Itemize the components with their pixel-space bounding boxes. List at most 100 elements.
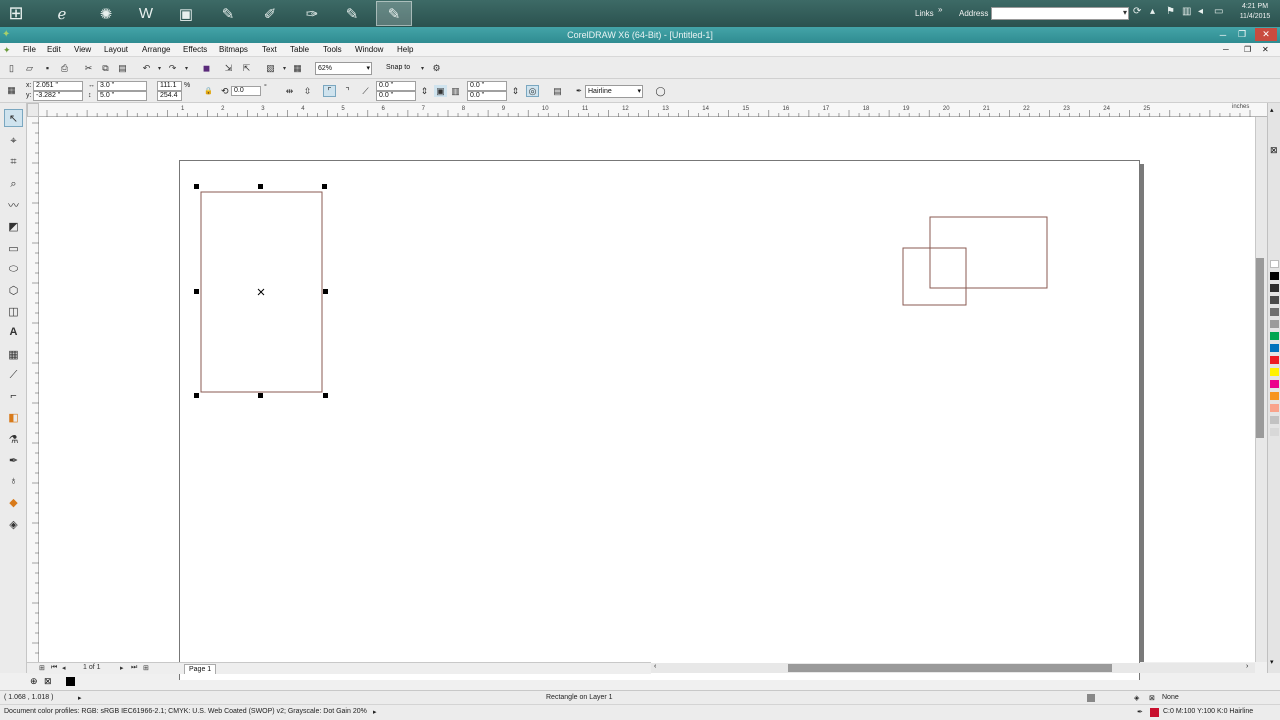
palette-swatch[interactable] xyxy=(1270,416,1279,424)
corner-radius-3-field[interactable]: 0.0 " xyxy=(467,81,507,91)
restore-button[interactable]: ❐ xyxy=(1234,28,1250,41)
palette-swatch[interactable] xyxy=(1270,380,1279,388)
undo-icon[interactable]: ↶ xyxy=(140,62,153,74)
publish-pdf-icon[interactable]: ▧ xyxy=(264,62,277,74)
next-page-icon[interactable]: ▸ xyxy=(120,664,124,672)
corel-launcher-icon[interactable]: ✺ xyxy=(88,1,124,26)
mirror-vertical-icon[interactable]: ⇳ xyxy=(301,85,314,97)
mirror-horizontal-icon[interactable]: ⇹ xyxy=(283,85,296,97)
menu-help[interactable]: Help xyxy=(397,45,413,54)
first-page-icon[interactable]: ⏮ xyxy=(51,664,57,672)
palette-swatch[interactable] xyxy=(1270,344,1279,352)
outline-pen-tool-icon[interactable]: ♁ xyxy=(4,472,23,490)
open-icon[interactable]: ▱ xyxy=(23,62,36,74)
pen-app-icon[interactable]: ✎ xyxy=(210,1,246,26)
smart-fill-tool-icon[interactable]: ◩ xyxy=(4,217,23,235)
palette-up-icon[interactable]: ▴ xyxy=(1270,106,1274,114)
freehand-tool-icon[interactable]: 〰 xyxy=(4,196,23,214)
palette-swatch[interactable] xyxy=(1270,272,1279,280)
snap-to-label[interactable]: Snap to xyxy=(386,64,410,71)
palette-swatch[interactable] xyxy=(1270,392,1279,400)
refresh-icon[interactable]: ⟳ xyxy=(1133,6,1141,17)
palette-swatch[interactable] xyxy=(1270,296,1279,304)
wrap-text-icon[interactable]: ▤ xyxy=(551,85,564,97)
palette-swatch[interactable] xyxy=(1270,428,1279,436)
menu-bitmaps[interactable]: Bitmaps xyxy=(219,45,248,54)
options-icon[interactable]: ⚙ xyxy=(430,62,443,74)
minimize-button[interactable]: ─ xyxy=(1215,28,1231,41)
ruler-origin[interactable] xyxy=(27,103,39,117)
search-content-icon[interactable]: ◼ xyxy=(200,62,213,74)
object-origin-icon[interactable]: ▦ xyxy=(5,84,18,96)
handle-middle-left[interactable] xyxy=(194,289,199,294)
draw-app-icon[interactable]: ✎ xyxy=(334,1,370,26)
save-icon[interactable]: ▪ xyxy=(41,62,54,74)
pick-tool-icon[interactable]: ↖ xyxy=(4,109,23,127)
redo-icon[interactable]: ↷ xyxy=(166,62,179,74)
rectangle-large[interactable] xyxy=(929,216,1048,289)
handle-bottom-center[interactable] xyxy=(258,393,263,398)
width-field[interactable]: 3.0 " xyxy=(97,81,147,91)
corner-radius-4-field[interactable]: 0.0 " xyxy=(467,91,507,101)
handle-top-left[interactable] xyxy=(194,184,199,189)
height-field[interactable]: 5.0 " xyxy=(97,91,147,101)
palette-swatch[interactable] xyxy=(1270,320,1279,328)
new-icon[interactable]: ▯ xyxy=(5,62,18,74)
address-input[interactable]: ▾ xyxy=(991,7,1129,20)
chevron-down-icon[interactable]: ▾ xyxy=(1123,8,1127,17)
blend-tool-icon[interactable]: ◧ xyxy=(4,408,23,426)
clock[interactable]: 4:21 PM 11/4/2015 xyxy=(1234,2,1276,22)
welcome-screen-icon[interactable]: ▦ xyxy=(291,62,304,74)
scallop-corner-icon[interactable]: ⌝ xyxy=(341,85,354,97)
last-page-icon[interactable]: ⏭ xyxy=(131,664,137,672)
lock-corners-icon[interactable]: ▥ xyxy=(449,85,462,97)
menu-text[interactable]: Text xyxy=(262,45,277,54)
connector-tool-icon[interactable]: ⌐ xyxy=(4,387,23,405)
pencil-app-icon[interactable]: ✐ xyxy=(252,1,288,26)
app-launcher-dropdown-icon[interactable]: ▾ xyxy=(278,62,291,74)
outline-width-combo[interactable]: Hairline ▾ xyxy=(585,85,643,98)
handle-bottom-left[interactable] xyxy=(194,393,199,398)
scroll-right-icon[interactable]: › xyxy=(1246,663,1248,670)
round-corner-icon[interactable]: ⌜ xyxy=(323,85,336,97)
add-page-after-icon[interactable]: ⊞ xyxy=(143,664,149,672)
palette-swatch[interactable] xyxy=(1270,260,1279,268)
brush-app-icon[interactable]: ✑ xyxy=(294,1,330,26)
y-position-field[interactable]: -3.282 " xyxy=(33,91,83,101)
palette-swatch[interactable] xyxy=(1270,332,1279,340)
word-icon[interactable]: W xyxy=(128,1,164,26)
black-swatch[interactable] xyxy=(66,677,75,686)
scale-width-field[interactable]: 111.1 xyxy=(157,81,182,91)
menu-view[interactable]: View xyxy=(74,45,91,54)
text-tool-icon[interactable]: A xyxy=(4,323,23,341)
interactive-fill-tool-icon[interactable]: ◈ xyxy=(4,515,23,533)
table-tool-icon[interactable]: ▦ xyxy=(4,345,23,363)
drawing-window[interactable] xyxy=(39,117,1255,680)
polygon-tool-icon[interactable]: ⬡ xyxy=(4,281,23,299)
handle-top-right[interactable] xyxy=(322,184,327,189)
no-fill-icon[interactable]: ⊠ xyxy=(44,676,52,687)
palette-swatch[interactable] xyxy=(1270,404,1279,412)
dimension-tool-icon[interactable]: ⟋ xyxy=(4,366,23,384)
scale-height-field[interactable]: 254.4 xyxy=(157,91,182,101)
ellipse-tool-icon[interactable]: ⬭ xyxy=(4,260,23,278)
x-position-field[interactable]: 2.051 " xyxy=(33,81,83,91)
chamfer-corner-icon[interactable]: ⟋ xyxy=(359,85,372,97)
navigator-icon[interactable]: ⊕ xyxy=(30,676,38,687)
doc-restore-button[interactable]: ❐ xyxy=(1244,45,1251,54)
rotation-field[interactable]: 0.0 xyxy=(231,86,261,96)
close-button[interactable]: ✕ xyxy=(1255,28,1277,41)
redo-dropdown-icon[interactable]: ▾ xyxy=(180,62,193,74)
color-profiles-info[interactable]: Document color profiles: RGB: sRGB IEC61… xyxy=(4,708,367,715)
scroll-left-icon[interactable]: ‹ xyxy=(654,663,656,670)
menu-table[interactable]: Table xyxy=(290,45,309,54)
rotation-center-icon[interactable] xyxy=(257,288,265,296)
crop-tool-icon[interactable]: ⌗ xyxy=(4,153,23,171)
export-icon[interactable]: ⇱ xyxy=(240,62,253,74)
undo-dropdown-icon[interactable]: ▾ xyxy=(153,62,166,74)
chevron-down-icon[interactable]: ▾ xyxy=(366,64,370,74)
flag-icon[interactable]: ⚑ xyxy=(1166,6,1175,17)
links-label[interactable]: Links xyxy=(915,9,934,18)
tray-arrow-icon[interactable]: ▴ xyxy=(1150,6,1155,17)
fill-tool-icon[interactable]: ◆ xyxy=(4,493,23,511)
